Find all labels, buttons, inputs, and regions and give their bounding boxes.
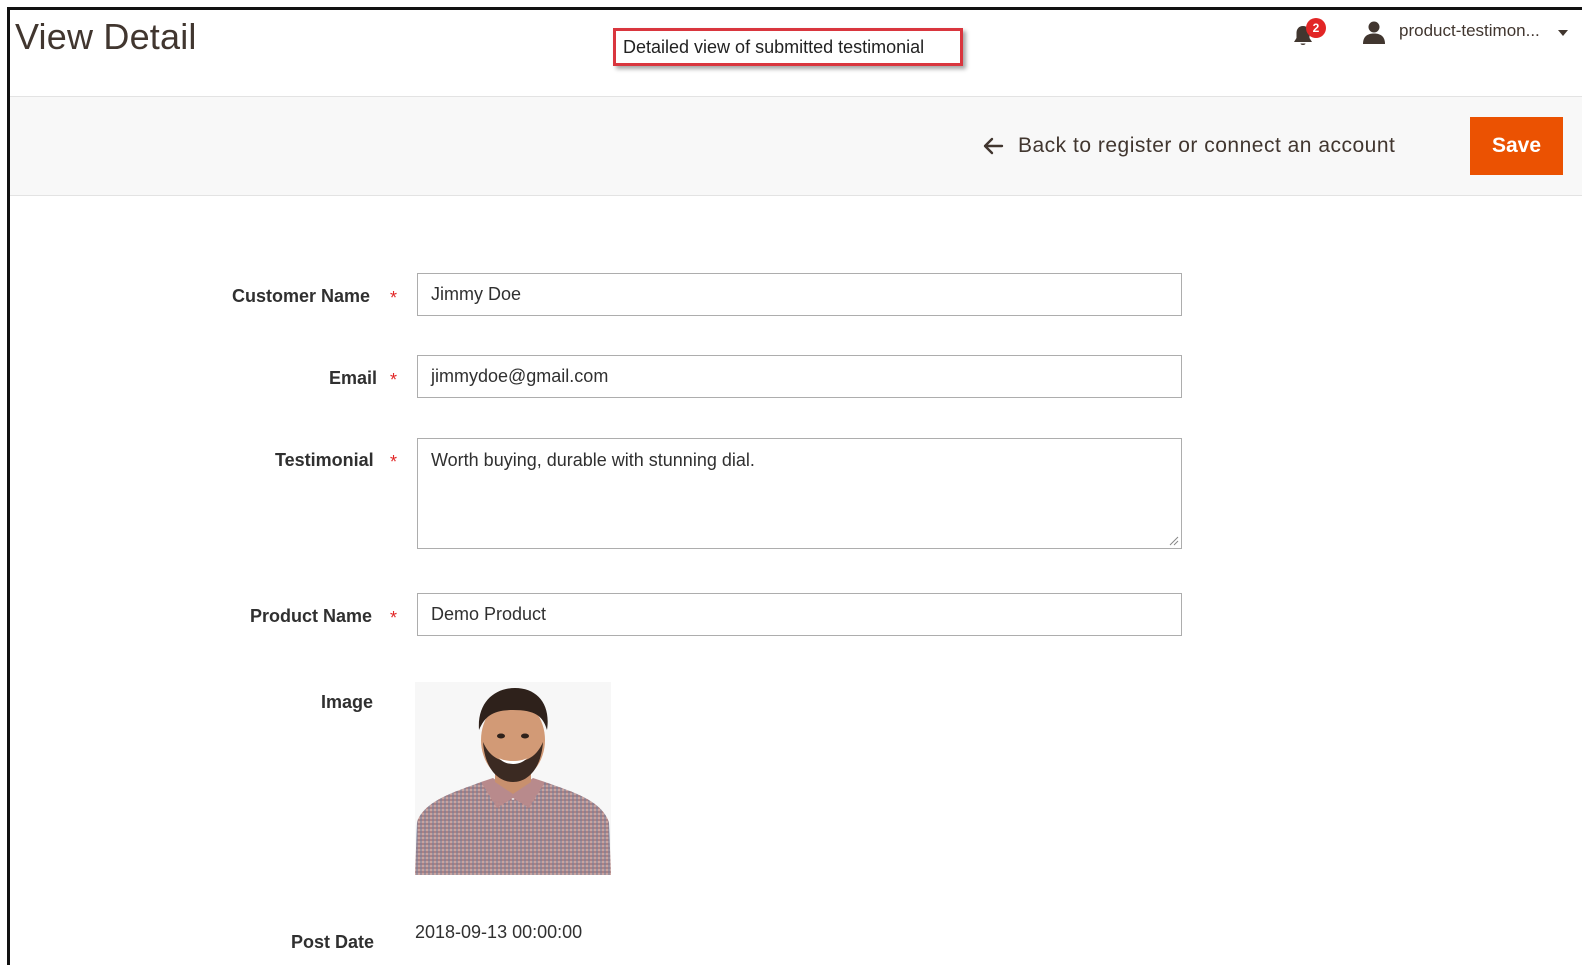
required-marker: *: [390, 288, 398, 308]
testimonial-text: Worth buying, durable with stunning dial…: [431, 450, 755, 470]
back-button[interactable]: Back to register or connect an account: [982, 117, 1395, 175]
customer-photo: [415, 682, 611, 875]
notification-count-badge[interactable]: 2: [1306, 18, 1326, 38]
image-label: Image: [321, 692, 374, 712]
caret-down-icon[interactable]: [1558, 30, 1568, 36]
customer-name-input[interactable]: Jimmy Doe: [417, 273, 1182, 316]
testimonial-textarea[interactable]: Worth buying, durable with stunning dial…: [417, 438, 1182, 549]
page-actions-bar: Back to register or connect an account S…: [10, 96, 1582, 196]
product-name-label: Product Name: [250, 606, 373, 626]
resize-grip-icon[interactable]: [1169, 536, 1179, 546]
page-title: View Detail: [15, 16, 197, 57]
email-label: Email: [329, 368, 378, 388]
user-icon[interactable]: [1362, 20, 1386, 44]
page-frame: View Detail Detailed view of submitted t…: [7, 7, 1582, 965]
save-button[interactable]: Save: [1470, 117, 1563, 175]
post-date-value: 2018-09-13 00:00:00: [415, 922, 583, 942]
customer-name-label: Customer Name: [232, 286, 371, 306]
email-input[interactable]: jimmydoe@gmail.com: [417, 355, 1182, 398]
annotation-callout: Detailed view of submitted testimonial: [613, 28, 963, 66]
post-date-label: Post Date: [291, 932, 375, 952]
arrow-left-icon: [983, 137, 1004, 155]
user-menu-name[interactable]: product-testimon...: [1399, 21, 1540, 41]
required-marker: *: [390, 370, 398, 390]
back-button-label: Back to register or connect an account: [1018, 134, 1396, 157]
customer-photo-image: [415, 682, 611, 875]
required-marker: *: [390, 452, 398, 472]
product-name-input[interactable]: Demo Product: [417, 593, 1182, 636]
testimonial-label: Testimonial: [275, 450, 374, 470]
required-marker: *: [390, 608, 398, 628]
